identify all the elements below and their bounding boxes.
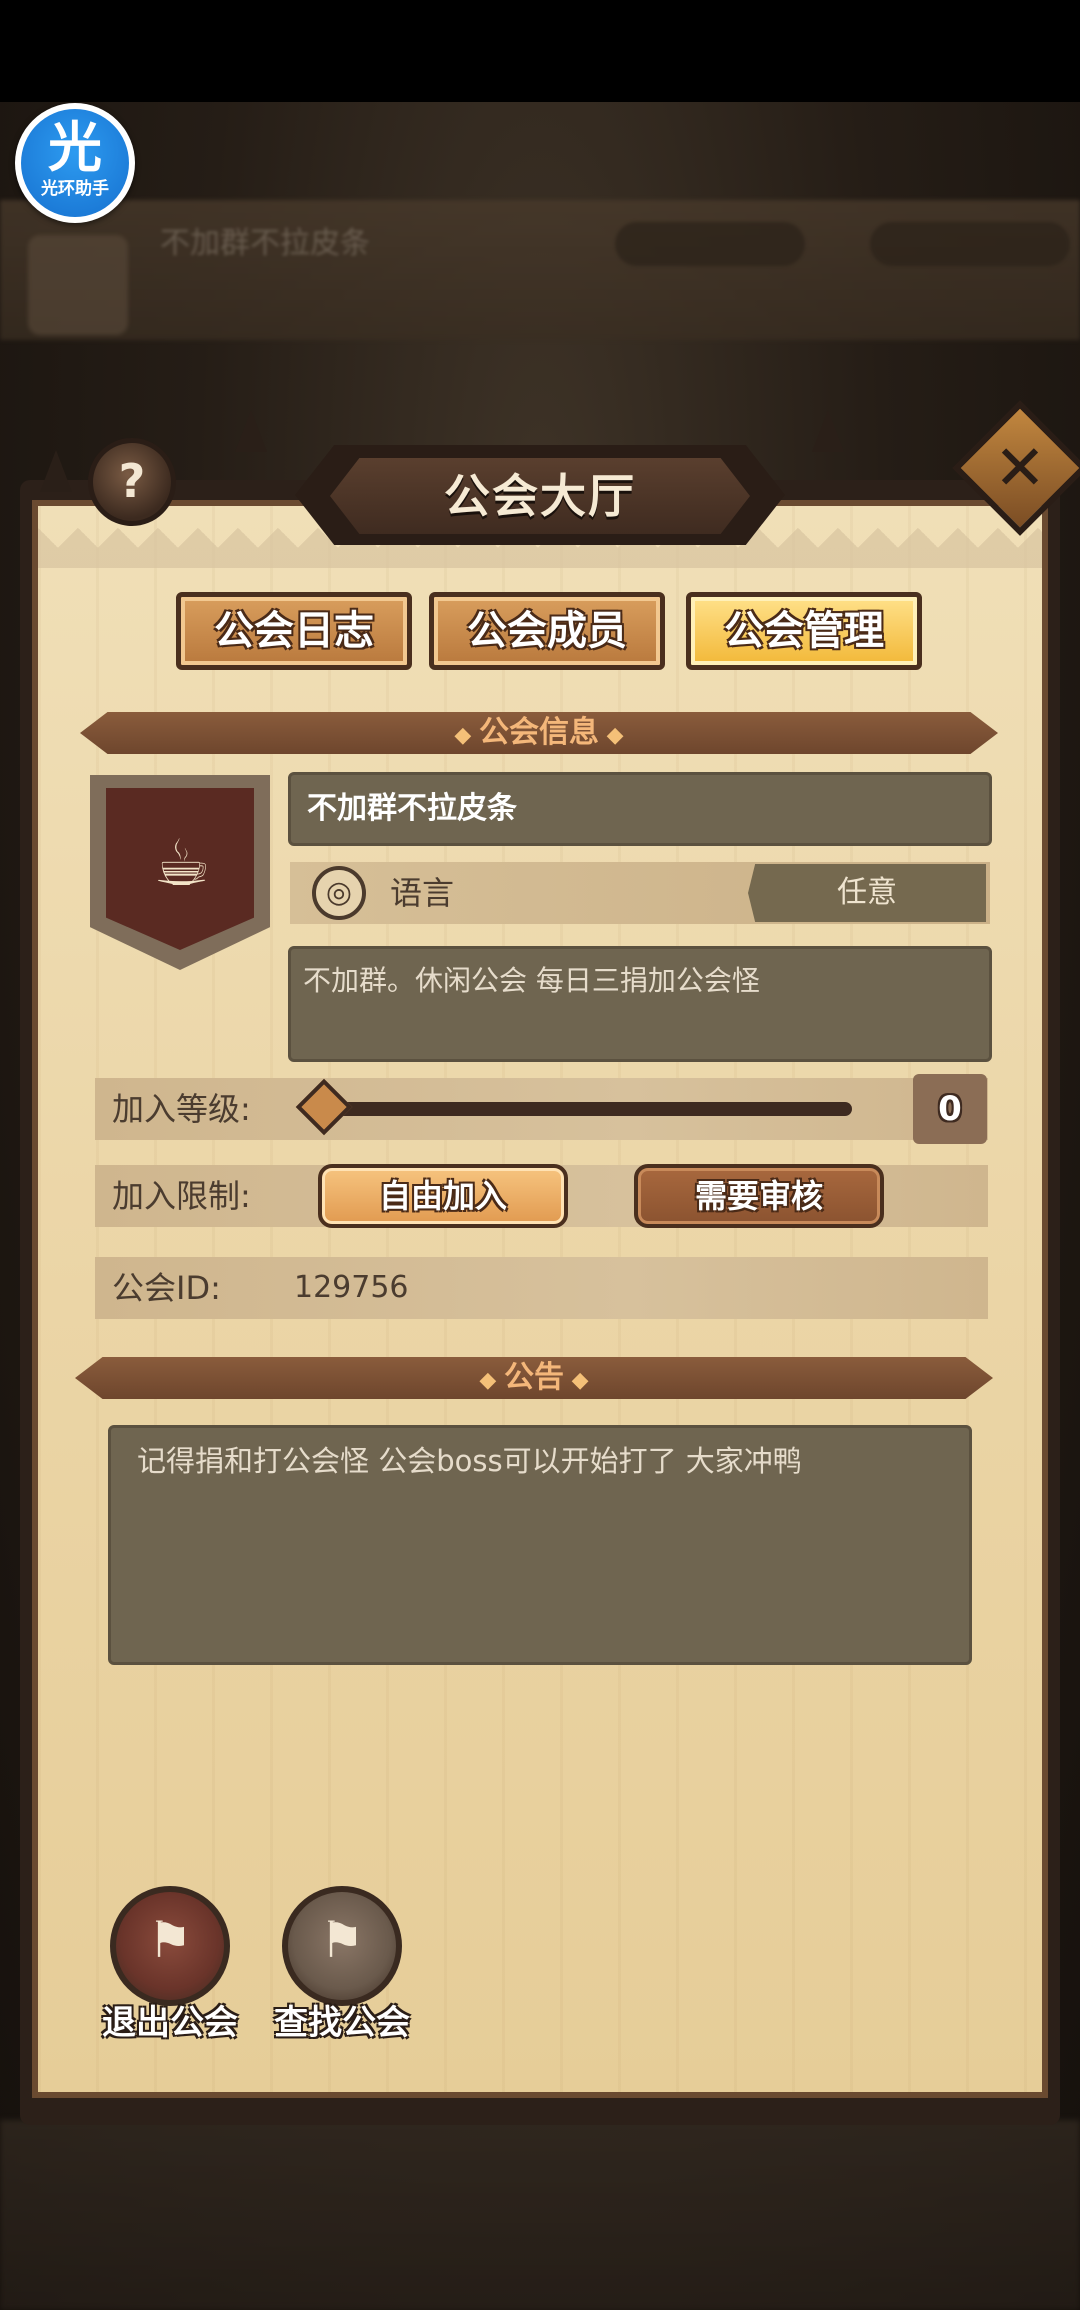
helper-logo-char: 光 (48, 116, 102, 179)
diamond-icon: ◆ (479, 1368, 504, 1393)
guild-id-row (95, 1257, 988, 1319)
diamond-icon: ◆ (599, 723, 624, 748)
guild-id-value: 129756 (294, 1270, 409, 1305)
leave-guild-label[interactable]: 退出公会 (95, 1995, 245, 2044)
status-bar (0, 0, 1080, 102)
guild-description-field[interactable]: 不加群。休闲公会 每日三捐加公会怪 (288, 946, 992, 1062)
notice-field[interactable]: 记得捐和打公会怪 公会boss可以开始打了 大家冲鸭 (108, 1425, 972, 1665)
section-header-notice: ◆ 公告 ◆ (75, 1357, 993, 1399)
question-mark-icon: ? (118, 454, 146, 508)
language-select[interactable]: 任意 (748, 864, 986, 922)
guild-id-label: 公会ID: (112, 1269, 221, 1307)
beer-mug-icon: ☕ (153, 827, 211, 901)
search-castle-icon: ⚑ (319, 1911, 365, 1969)
help-button[interactable]: ? (88, 438, 176, 526)
tab-guild-log[interactable]: 公会日志 (176, 592, 412, 670)
helper-logo-label: 光环助手 (41, 179, 109, 199)
frame-spike (40, 450, 72, 492)
globe-icon: ◎ (312, 866, 366, 920)
leave-castle-icon: ⚑ (147, 1911, 193, 1969)
section-header-info: ◆ 公会信息 ◆ (80, 712, 998, 754)
dialog-title: 公会大厅 (444, 469, 636, 523)
diamond-icon: ◆ (564, 1368, 589, 1393)
free-join-button[interactable]: 自由加入 (318, 1164, 568, 1228)
join-level-slider[interactable] (330, 1102, 852, 1116)
find-guild-label[interactable]: 查找公会 (267, 1995, 417, 2044)
tab-guild-members[interactable]: 公会成员 (429, 592, 665, 670)
join-limit-label: 加入限制: (112, 1177, 251, 1215)
background-resource-pill (870, 222, 1070, 266)
helper-app-logo[interactable]: 光 光环助手 (15, 103, 135, 223)
frame-spike (812, 410, 844, 452)
language-label: 语言 (390, 874, 455, 912)
frame-spike (235, 410, 267, 452)
close-icon[interactable]: ✕ (972, 420, 1068, 516)
section-header-notice-label: 公告 (504, 1360, 564, 1395)
approval-required-button[interactable]: 需要审核 (634, 1164, 884, 1228)
section-header-info-label: 公会信息 (479, 715, 599, 750)
background-avatar (28, 235, 128, 335)
background-resource-pill (615, 222, 805, 266)
background-guild-title: 不加群不拉皮条 (160, 226, 370, 261)
join-level-label: 加入等级: (112, 1090, 251, 1128)
background-bottom (0, 2120, 1080, 2310)
diamond-icon: ◆ (454, 723, 479, 748)
join-level-value: 0 (913, 1074, 987, 1144)
guild-name-field[interactable]: 不加群不拉皮条 (288, 772, 992, 846)
tab-guild-management[interactable]: 公会管理 (686, 592, 922, 670)
